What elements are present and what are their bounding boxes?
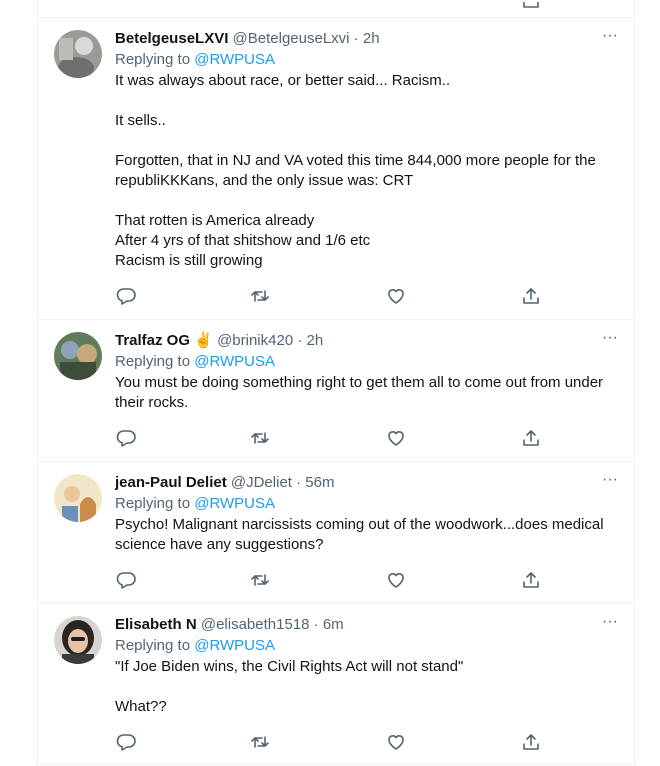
replying-to: Replying to @RWPUSA xyxy=(115,49,615,71)
tweet-text-line xyxy=(115,91,615,111)
tweet-text-line: It was always about race, or better said… xyxy=(115,72,451,89)
tweet[interactable]: Tralfaz OG ✌️ @brinik420 · 2h Replying t… xyxy=(38,319,634,462)
replying-label: Replying to xyxy=(115,51,195,68)
tweet-text-line xyxy=(115,131,615,151)
replying-to: Replying to @RWPUSA xyxy=(115,493,615,515)
share-icon[interactable] xyxy=(520,732,542,752)
tweet-actions xyxy=(115,286,555,306)
victory-hand-emoji: ✌️ xyxy=(194,332,213,349)
like-icon[interactable] xyxy=(385,286,407,306)
share-icon[interactable] xyxy=(520,428,542,448)
tweet-text-line: What?? xyxy=(115,698,167,715)
reply-icon[interactable] xyxy=(115,428,137,448)
tweet-text-line: You must be doing something right to get… xyxy=(115,374,604,391)
tweet-text-line: After 4 yrs of that shitshow and 1/6 etc xyxy=(115,232,371,249)
more-icon[interactable]: ··· xyxy=(602,612,618,632)
replying-to: Replying to @RWPUSA xyxy=(115,635,615,657)
avatar[interactable] xyxy=(54,30,102,78)
like-icon[interactable] xyxy=(385,570,407,590)
more-icon[interactable]: ··· xyxy=(602,26,618,46)
user-handle[interactable]: @brinik420 xyxy=(217,332,293,349)
reply-icon[interactable] xyxy=(115,286,137,306)
more-icon[interactable]: ··· xyxy=(602,470,618,490)
timeline-column: BetelgeuseLXVI @BetelgeuseLxvi · 2h Repl… xyxy=(37,0,635,766)
timestamp[interactable]: 6m xyxy=(323,616,344,633)
replying-to-link[interactable]: @RWPUSA xyxy=(194,51,275,68)
retweet-icon[interactable] xyxy=(249,570,271,590)
tweet-actions xyxy=(115,732,555,752)
user-handle[interactable]: @JDeliet xyxy=(231,474,292,491)
more-icon[interactable]: ··· xyxy=(602,328,618,348)
previous-tweet-actions xyxy=(38,0,634,8)
tweet-header: BetelgeuseLXVI @BetelgeuseLxvi · 2h xyxy=(115,29,615,49)
replying-to-link[interactable]: @RWPUSA xyxy=(194,637,275,654)
tweet-text: You must be doing something right to get… xyxy=(115,373,615,413)
replying-label: Replying to xyxy=(115,353,195,370)
timestamp[interactable]: 2h xyxy=(307,332,324,349)
reply-icon[interactable] xyxy=(115,732,137,752)
retweet-icon[interactable] xyxy=(249,732,271,752)
tweet-actions xyxy=(115,428,555,448)
share-icon[interactable] xyxy=(520,570,542,590)
display-name[interactable]: Tralfaz OG xyxy=(115,332,190,349)
tweet-text-line xyxy=(115,677,615,697)
tweet-text-line: their rocks. xyxy=(115,394,189,411)
user-handle[interactable]: @BetelgeuseLxvi xyxy=(233,30,350,47)
replying-to-link[interactable]: @RWPUSA xyxy=(194,495,275,512)
replying-label: Replying to xyxy=(115,637,195,654)
timestamp[interactable]: 2h xyxy=(363,30,380,47)
tweet-header: Tralfaz OG ✌️ @brinik420 · 2h xyxy=(115,331,615,351)
user-handle[interactable]: @elisabeth1518 xyxy=(201,616,310,633)
tweet[interactable]: Elisabeth N @elisabeth1518 · 6m Replying… xyxy=(38,603,634,765)
tweet-text: It was always about race, or better said… xyxy=(115,71,615,271)
reply-icon[interactable] xyxy=(115,570,137,590)
share-icon[interactable] xyxy=(520,0,542,10)
replying-to: Replying to @RWPUSA xyxy=(115,351,615,373)
like-icon[interactable] xyxy=(385,732,407,752)
tweet-text-line: "If Joe Biden wins, the Civil Rights Act… xyxy=(115,658,464,675)
retweet-icon[interactable] xyxy=(249,286,271,306)
tweet-text-line: science have any suggestions? xyxy=(115,536,324,553)
tweet-text-line: Forgotten, that in NJ and VA voted this … xyxy=(115,152,596,169)
tweet-text-line: republiKKKans, and the only issue was: C… xyxy=(115,172,414,189)
display-name[interactable]: Elisabeth N xyxy=(115,616,197,633)
like-icon[interactable] xyxy=(385,428,407,448)
avatar[interactable] xyxy=(54,474,102,522)
separator: · xyxy=(293,332,307,349)
display-name[interactable]: BetelgeuseLXVI xyxy=(115,30,228,47)
separator: · xyxy=(349,30,363,47)
tweet-text: Psycho! Malignant narcissists coming out… xyxy=(115,515,615,555)
tweet-text-line: That rotten is America already xyxy=(115,212,315,229)
replying-to-link[interactable]: @RWPUSA xyxy=(194,353,275,370)
timestamp[interactable]: 56m xyxy=(305,474,334,491)
tweet-header: Elisabeth N @elisabeth1518 · 6m xyxy=(115,615,615,635)
separator: · xyxy=(291,474,306,491)
avatar[interactable] xyxy=(54,332,102,380)
tweet-text: "If Joe Biden wins, the Civil Rights Act… xyxy=(115,657,615,717)
tweet-header: jean-Paul Deliet @JDeliet · 56m xyxy=(115,473,615,493)
timeline-bottom-border xyxy=(37,764,635,765)
tweet-text-line: Racism is still growing xyxy=(115,252,263,269)
tweet[interactable]: BetelgeuseLXVI @BetelgeuseLxvi · 2h Repl… xyxy=(38,17,634,320)
tweet-text-line: It sells.. xyxy=(115,112,166,129)
tweet-actions xyxy=(115,570,555,590)
avatar[interactable] xyxy=(54,616,102,664)
display-name[interactable]: jean-Paul Deliet xyxy=(115,474,227,491)
tweet[interactable]: jean-Paul Deliet @JDeliet · 56m Replying… xyxy=(38,461,634,604)
tweet-text-line: Psycho! Malignant narcissists coming out… xyxy=(115,516,604,533)
share-icon[interactable] xyxy=(520,286,542,306)
tweet-text-line xyxy=(115,191,615,211)
replying-label: Replying to xyxy=(115,495,195,512)
retweet-icon[interactable] xyxy=(249,428,271,448)
separator: · xyxy=(309,616,323,633)
